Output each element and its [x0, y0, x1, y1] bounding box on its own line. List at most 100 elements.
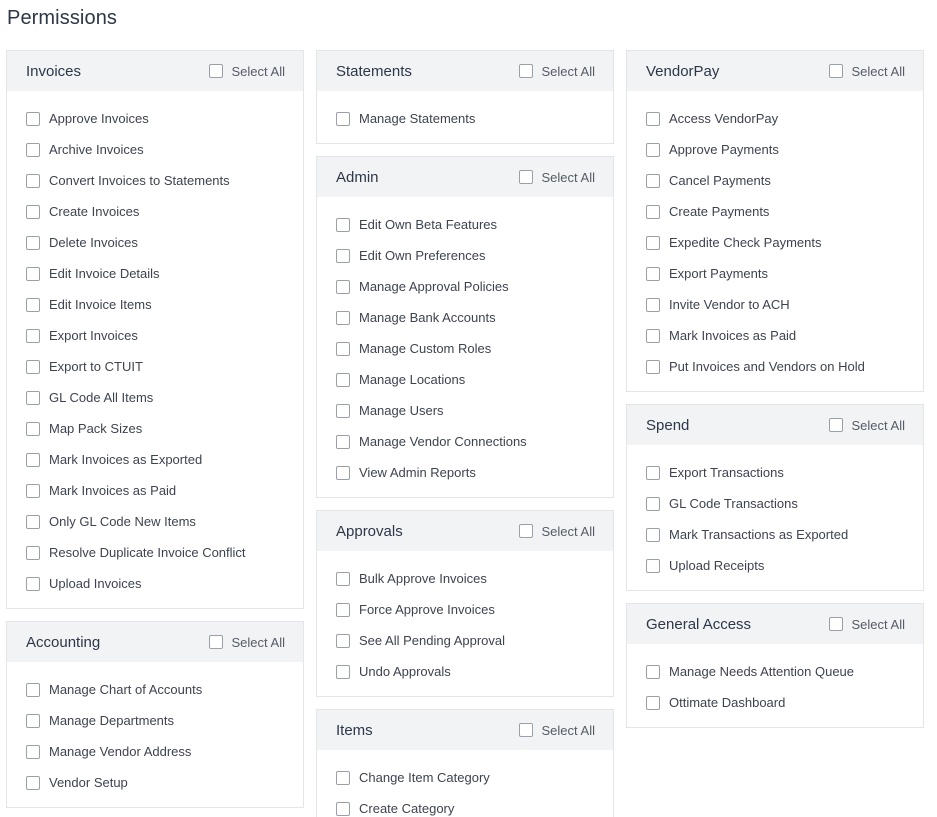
permission-checkbox[interactable] — [646, 695, 660, 710]
permission-item-export-invoices[interactable]: Export Invoices — [26, 320, 303, 351]
permission-item-upload-invoices[interactable]: Upload Invoices — [26, 568, 303, 599]
permission-checkbox[interactable] — [26, 576, 40, 591]
permission-checkbox[interactable] — [646, 297, 660, 312]
permission-item-export-payments[interactable]: Export Payments — [646, 258, 923, 289]
permission-item-expedite-check-payments[interactable]: Expedite Check Payments — [646, 227, 923, 258]
select-all-vendorpay[interactable]: Select All — [828, 64, 905, 79]
permission-checkbox[interactable] — [336, 664, 350, 679]
permission-checkbox[interactable] — [336, 341, 350, 356]
permission-item-manage-bank-accounts[interactable]: Manage Bank Accounts — [336, 302, 613, 333]
permission-checkbox[interactable] — [336, 571, 350, 586]
permission-item-create-category[interactable]: Create Category — [336, 793, 613, 817]
permission-item-approve-payments[interactable]: Approve Payments — [646, 134, 923, 165]
permission-item-gl-code-all-items[interactable]: GL Code All Items — [26, 382, 303, 413]
permission-item-vendor-setup[interactable]: Vendor Setup — [26, 767, 303, 798]
permission-checkbox[interactable] — [26, 111, 40, 126]
select-all-checkbox[interactable] — [208, 635, 223, 649]
permission-item-put-invoices-and-vendors-on-hold[interactable]: Put Invoices and Vendors on Hold — [646, 351, 923, 382]
permission-checkbox[interactable] — [646, 359, 660, 374]
permission-item-manage-statements[interactable]: Manage Statements — [336, 103, 613, 134]
permission-checkbox[interactable] — [646, 465, 660, 480]
permission-checkbox[interactable] — [26, 744, 40, 759]
permission-checkbox[interactable] — [646, 266, 660, 281]
permission-checkbox[interactable] — [336, 403, 350, 418]
permission-item-export-transactions[interactable]: Export Transactions — [646, 457, 923, 488]
permission-item-force-approve-invoices[interactable]: Force Approve Invoices — [336, 594, 613, 625]
select-all-invoices[interactable]: Select All — [208, 64, 285, 79]
permission-checkbox[interactable] — [336, 217, 350, 232]
permission-item-create-payments[interactable]: Create Payments — [646, 196, 923, 227]
permission-item-mark-transactions-as-exported[interactable]: Mark Transactions as Exported — [646, 519, 923, 550]
permission-checkbox[interactable] — [336, 279, 350, 294]
permission-item-manage-departments[interactable]: Manage Departments — [26, 705, 303, 736]
permission-checkbox[interactable] — [26, 297, 40, 312]
permission-item-edit-own-beta-features[interactable]: Edit Own Beta Features — [336, 209, 613, 240]
permission-checkbox[interactable] — [646, 527, 660, 542]
permission-checkbox[interactable] — [26, 204, 40, 219]
permission-item-archive-invoices[interactable]: Archive Invoices — [26, 134, 303, 165]
permission-item-manage-locations[interactable]: Manage Locations — [336, 364, 613, 395]
permission-checkbox[interactable] — [646, 111, 660, 126]
permission-item-export-to-ctuit[interactable]: Export to CTUIT — [26, 351, 303, 382]
permission-item-only-gl-code-new-items[interactable]: Only GL Code New Items — [26, 506, 303, 537]
permission-item-convert-invoices-to-statements[interactable]: Convert Invoices to Statements — [26, 165, 303, 196]
permission-checkbox[interactable] — [336, 372, 350, 387]
permission-checkbox[interactable] — [26, 421, 40, 436]
select-all-statements[interactable]: Select All — [518, 64, 595, 79]
permission-checkbox[interactable] — [646, 235, 660, 250]
permission-item-manage-needs-attention-queue[interactable]: Manage Needs Attention Queue — [646, 656, 923, 687]
select-all-checkbox[interactable] — [828, 617, 843, 631]
permission-item-edit-own-preferences[interactable]: Edit Own Preferences — [336, 240, 613, 271]
permission-item-manage-approval-policies[interactable]: Manage Approval Policies — [336, 271, 613, 302]
permission-item-view-admin-reports[interactable]: View Admin Reports — [336, 457, 613, 488]
permission-item-see-all-pending-approval[interactable]: See All Pending Approval — [336, 625, 613, 656]
permission-checkbox[interactable] — [26, 359, 40, 374]
permission-checkbox[interactable] — [646, 664, 660, 679]
select-all-checkbox[interactable] — [518, 170, 533, 184]
permission-item-change-item-category[interactable]: Change Item Category — [336, 762, 613, 793]
permission-checkbox[interactable] — [336, 602, 350, 617]
permission-item-create-invoices[interactable]: Create Invoices — [26, 196, 303, 227]
select-all-spend[interactable]: Select All — [828, 418, 905, 433]
select-all-items[interactable]: Select All — [518, 723, 595, 738]
permission-item-cancel-payments[interactable]: Cancel Payments — [646, 165, 923, 196]
permission-checkbox[interactable] — [646, 204, 660, 219]
permission-checkbox[interactable] — [336, 465, 350, 480]
permission-checkbox[interactable] — [336, 770, 350, 785]
select-all-general-access[interactable]: Select All — [828, 617, 905, 632]
select-all-checkbox[interactable] — [828, 418, 843, 432]
permission-checkbox[interactable] — [26, 328, 40, 343]
permission-item-access-vendorpay[interactable]: Access VendorPay — [646, 103, 923, 134]
permission-item-map-pack-sizes[interactable]: Map Pack Sizes — [26, 413, 303, 444]
select-all-checkbox[interactable] — [828, 64, 843, 78]
permission-checkbox[interactable] — [26, 142, 40, 157]
permission-checkbox[interactable] — [26, 775, 40, 790]
select-all-accounting[interactable]: Select All — [208, 635, 285, 650]
permission-item-manage-custom-roles[interactable]: Manage Custom Roles — [336, 333, 613, 364]
permission-checkbox[interactable] — [26, 713, 40, 728]
permission-item-ottimate-dashboard[interactable]: Ottimate Dashboard — [646, 687, 923, 718]
permission-checkbox[interactable] — [336, 633, 350, 648]
select-all-checkbox[interactable] — [518, 723, 533, 737]
permission-item-resolve-duplicate-invoice-conflict[interactable]: Resolve Duplicate Invoice Conflict — [26, 537, 303, 568]
permission-checkbox[interactable] — [26, 545, 40, 560]
permission-checkbox[interactable] — [336, 434, 350, 449]
permission-item-undo-approvals[interactable]: Undo Approvals — [336, 656, 613, 687]
select-all-approvals[interactable]: Select All — [518, 524, 595, 539]
permission-item-edit-invoice-details[interactable]: Edit Invoice Details — [26, 258, 303, 289]
permission-item-approve-invoices[interactable]: Approve Invoices — [26, 103, 303, 134]
permission-checkbox[interactable] — [26, 266, 40, 281]
permission-checkbox[interactable] — [26, 390, 40, 405]
permission-item-manage-users[interactable]: Manage Users — [336, 395, 613, 426]
permission-checkbox[interactable] — [336, 248, 350, 263]
permission-item-manage-vendor-address[interactable]: Manage Vendor Address — [26, 736, 303, 767]
permission-checkbox[interactable] — [646, 173, 660, 188]
permission-item-delete-invoices[interactable]: Delete Invoices — [26, 227, 303, 258]
permission-item-invite-vendor-to-ach[interactable]: Invite Vendor to ACH — [646, 289, 923, 320]
select-all-checkbox[interactable] — [208, 64, 223, 78]
permission-item-mark-invoices-as-exported[interactable]: Mark Invoices as Exported — [26, 444, 303, 475]
permission-checkbox[interactable] — [336, 801, 350, 816]
permission-checkbox[interactable] — [336, 310, 350, 325]
permission-checkbox[interactable] — [26, 682, 40, 697]
permission-item-bulk-approve-invoices[interactable]: Bulk Approve Invoices — [336, 563, 613, 594]
